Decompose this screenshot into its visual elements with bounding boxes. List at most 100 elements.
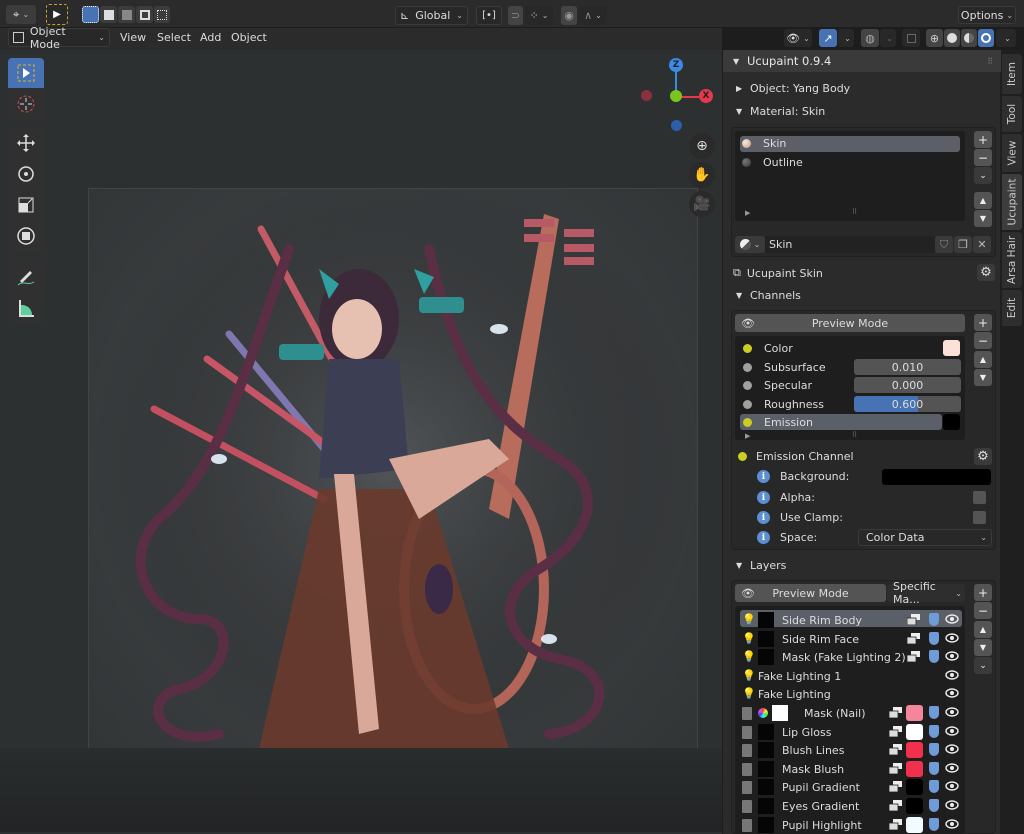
channel-roughness[interactable]: Roughness	[743, 398, 824, 411]
menu-add[interactable]: Add	[200, 31, 221, 44]
channels-header[interactable]: ▼ Channels	[736, 289, 801, 302]
layers-header[interactable]: ▼ Layers	[736, 559, 786, 572]
mode-intersect-selection-button[interactable]	[154, 6, 170, 23]
mode-invert-selection-button[interactable]	[136, 6, 153, 23]
layer-specials-button[interactable]: ⌄	[974, 657, 992, 674]
eye-icon[interactable]	[944, 800, 960, 810]
mask-face-icon[interactable]	[929, 725, 939, 738]
layer-blend-icon[interactable]	[888, 819, 902, 831]
layer-blend-icon[interactable]	[888, 800, 902, 812]
layer-blend-icon[interactable]	[888, 781, 902, 793]
mode-dropdown[interactable]: Object Mode ⌄	[8, 25, 110, 51]
editor-type-button[interactable]: ⌖ ⌄	[6, 5, 36, 24]
layer-type-icon[interactable]	[742, 725, 752, 739]
mode-subtract-selection-button[interactable]	[118, 6, 135, 23]
mask-face-icon[interactable]	[929, 799, 939, 812]
3d-viewport[interactable]	[0, 50, 722, 834]
tool-select-box[interactable]	[8, 58, 44, 88]
move-channel-down-button[interactable]: ▼	[974, 369, 992, 386]
list-filter-expand-icon[interactable]: ▶	[745, 432, 750, 440]
tool-cursor[interactable]	[8, 89, 44, 119]
specular-value-field[interactable]: 0.000	[854, 377, 961, 393]
object-row[interactable]: ▶ Object: Yang Body	[736, 82, 850, 95]
emission-swatch[interactable]	[943, 414, 960, 430]
gizmo-x-axis[interactable]: X	[699, 89, 713, 103]
eye-icon[interactable]	[944, 670, 960, 680]
camera-view-button[interactable]: 🎥	[689, 191, 715, 217]
layer-blend-icon[interactable]	[906, 651, 920, 663]
fake-user-button[interactable]: ⛉	[935, 236, 953, 253]
tab-tool[interactable]: Tool	[1002, 96, 1022, 132]
mode-extend-selection-button[interactable]	[100, 6, 117, 23]
eye-icon[interactable]	[944, 707, 960, 717]
mask-face-icon[interactable]	[929, 706, 939, 719]
layer-blend-icon[interactable]	[906, 614, 920, 626]
layer-blend-icon[interactable]	[888, 726, 902, 738]
add-channel-button[interactable]: +	[974, 314, 992, 331]
overlays-dropdown[interactable]: ⌄	[880, 29, 896, 47]
mask-face-icon[interactable]	[929, 780, 939, 793]
menu-view[interactable]: View	[120, 31, 146, 44]
remove-channel-button[interactable]: −	[974, 332, 992, 349]
layers-preview-mode-button[interactable]: 👁 Preview Mode	[735, 584, 886, 602]
layer-blend-icon[interactable]	[906, 633, 920, 645]
eye-icon[interactable]	[944, 763, 960, 773]
layer-color-swatch[interactable]	[906, 742, 923, 758]
tab-arsa-hair[interactable]: Arsa Hair	[1002, 232, 1022, 288]
eye-icon[interactable]	[944, 614, 960, 624]
node-settings-button[interactable]: ⚙	[977, 264, 995, 281]
options-dropdown[interactable]: Options ⌄	[958, 6, 1016, 24]
overlays-toggle[interactable]: ◍	[861, 29, 879, 47]
layer-color-swatch[interactable]	[906, 798, 923, 814]
lightbulb-icon[interactable]: 💡	[742, 650, 756, 664]
list-resize-handle-icon[interactable]: ⠿	[852, 431, 857, 439]
mask-face-icon[interactable]	[929, 613, 939, 626]
mask-face-icon[interactable]	[929, 818, 939, 831]
tab-view[interactable]: View	[1002, 134, 1022, 172]
material-row[interactable]: ▼ Material: Skin	[736, 105, 825, 118]
pivot-point-dropdown[interactable]: [•]	[476, 6, 502, 25]
layer-type-icon[interactable]	[742, 762, 752, 776]
emission-channel-header[interactable]: Emission Channel	[738, 450, 854, 463]
tab-edit[interactable]: Edit	[1002, 290, 1022, 326]
visibility-dropdown[interactable]: 👁 ⌄	[784, 29, 812, 47]
lightbulb-icon[interactable]: 💡	[742, 687, 756, 701]
material-item-outline[interactable]: Outline	[742, 156, 803, 169]
menu-select[interactable]: Select	[157, 31, 191, 44]
eye-icon[interactable]	[944, 651, 960, 661]
eye-icon[interactable]	[944, 819, 960, 829]
unlink-material-button[interactable]: ✕	[973, 236, 991, 253]
mask-face-icon[interactable]	[929, 632, 939, 645]
layer-filter-dropdown[interactable]: Specific Ma... ⌄	[887, 580, 965, 606]
emission-settings-button[interactable]: ⚙	[974, 448, 992, 465]
eye-icon[interactable]	[944, 781, 960, 791]
material-specials-button[interactable]: ⌄	[974, 167, 992, 184]
layer-color-swatch[interactable]	[906, 761, 923, 777]
channel-specular[interactable]: Specular	[743, 379, 812, 392]
tab-ucupaint[interactable]: Ucupaint	[1002, 174, 1022, 230]
add-material-button[interactable]: +	[974, 131, 992, 148]
layer-type-icon[interactable]	[742, 799, 752, 813]
gizmo-neg-x-axis[interactable]	[641, 90, 652, 101]
layer-type-icon[interactable]	[742, 818, 752, 832]
move-material-up-button[interactable]: ▲	[974, 192, 992, 209]
eye-icon[interactable]	[944, 633, 960, 643]
layer-color-swatch[interactable]	[906, 724, 923, 740]
mask-face-icon[interactable]	[929, 743, 939, 756]
mask-face-icon[interactable]	[929, 650, 939, 663]
pan-view-button[interactable]: ✋	[689, 162, 715, 188]
channel-subsurface[interactable]: Subsurface	[743, 361, 826, 374]
layer-color-swatch[interactable]	[906, 779, 923, 795]
gizmo-toggle[interactable]: ↗	[819, 29, 837, 47]
select-tool-button[interactable]: ▶	[46, 4, 68, 25]
layer-type-icon[interactable]	[742, 780, 752, 794]
gizmo-neg-z-axis[interactable]	[671, 120, 682, 131]
channel-emission[interactable]: Emission	[743, 416, 813, 429]
mask-face-icon[interactable]	[929, 762, 939, 775]
tab-item[interactable]: Item	[1002, 54, 1022, 94]
tool-scale[interactable]	[8, 190, 44, 220]
proportional-edit-toggle[interactable]: ◉	[561, 6, 577, 25]
menu-object[interactable]: Object	[231, 31, 267, 44]
move-layer-up-button[interactable]: ▲	[974, 621, 992, 638]
layer-color-swatch[interactable]	[906, 705, 923, 721]
